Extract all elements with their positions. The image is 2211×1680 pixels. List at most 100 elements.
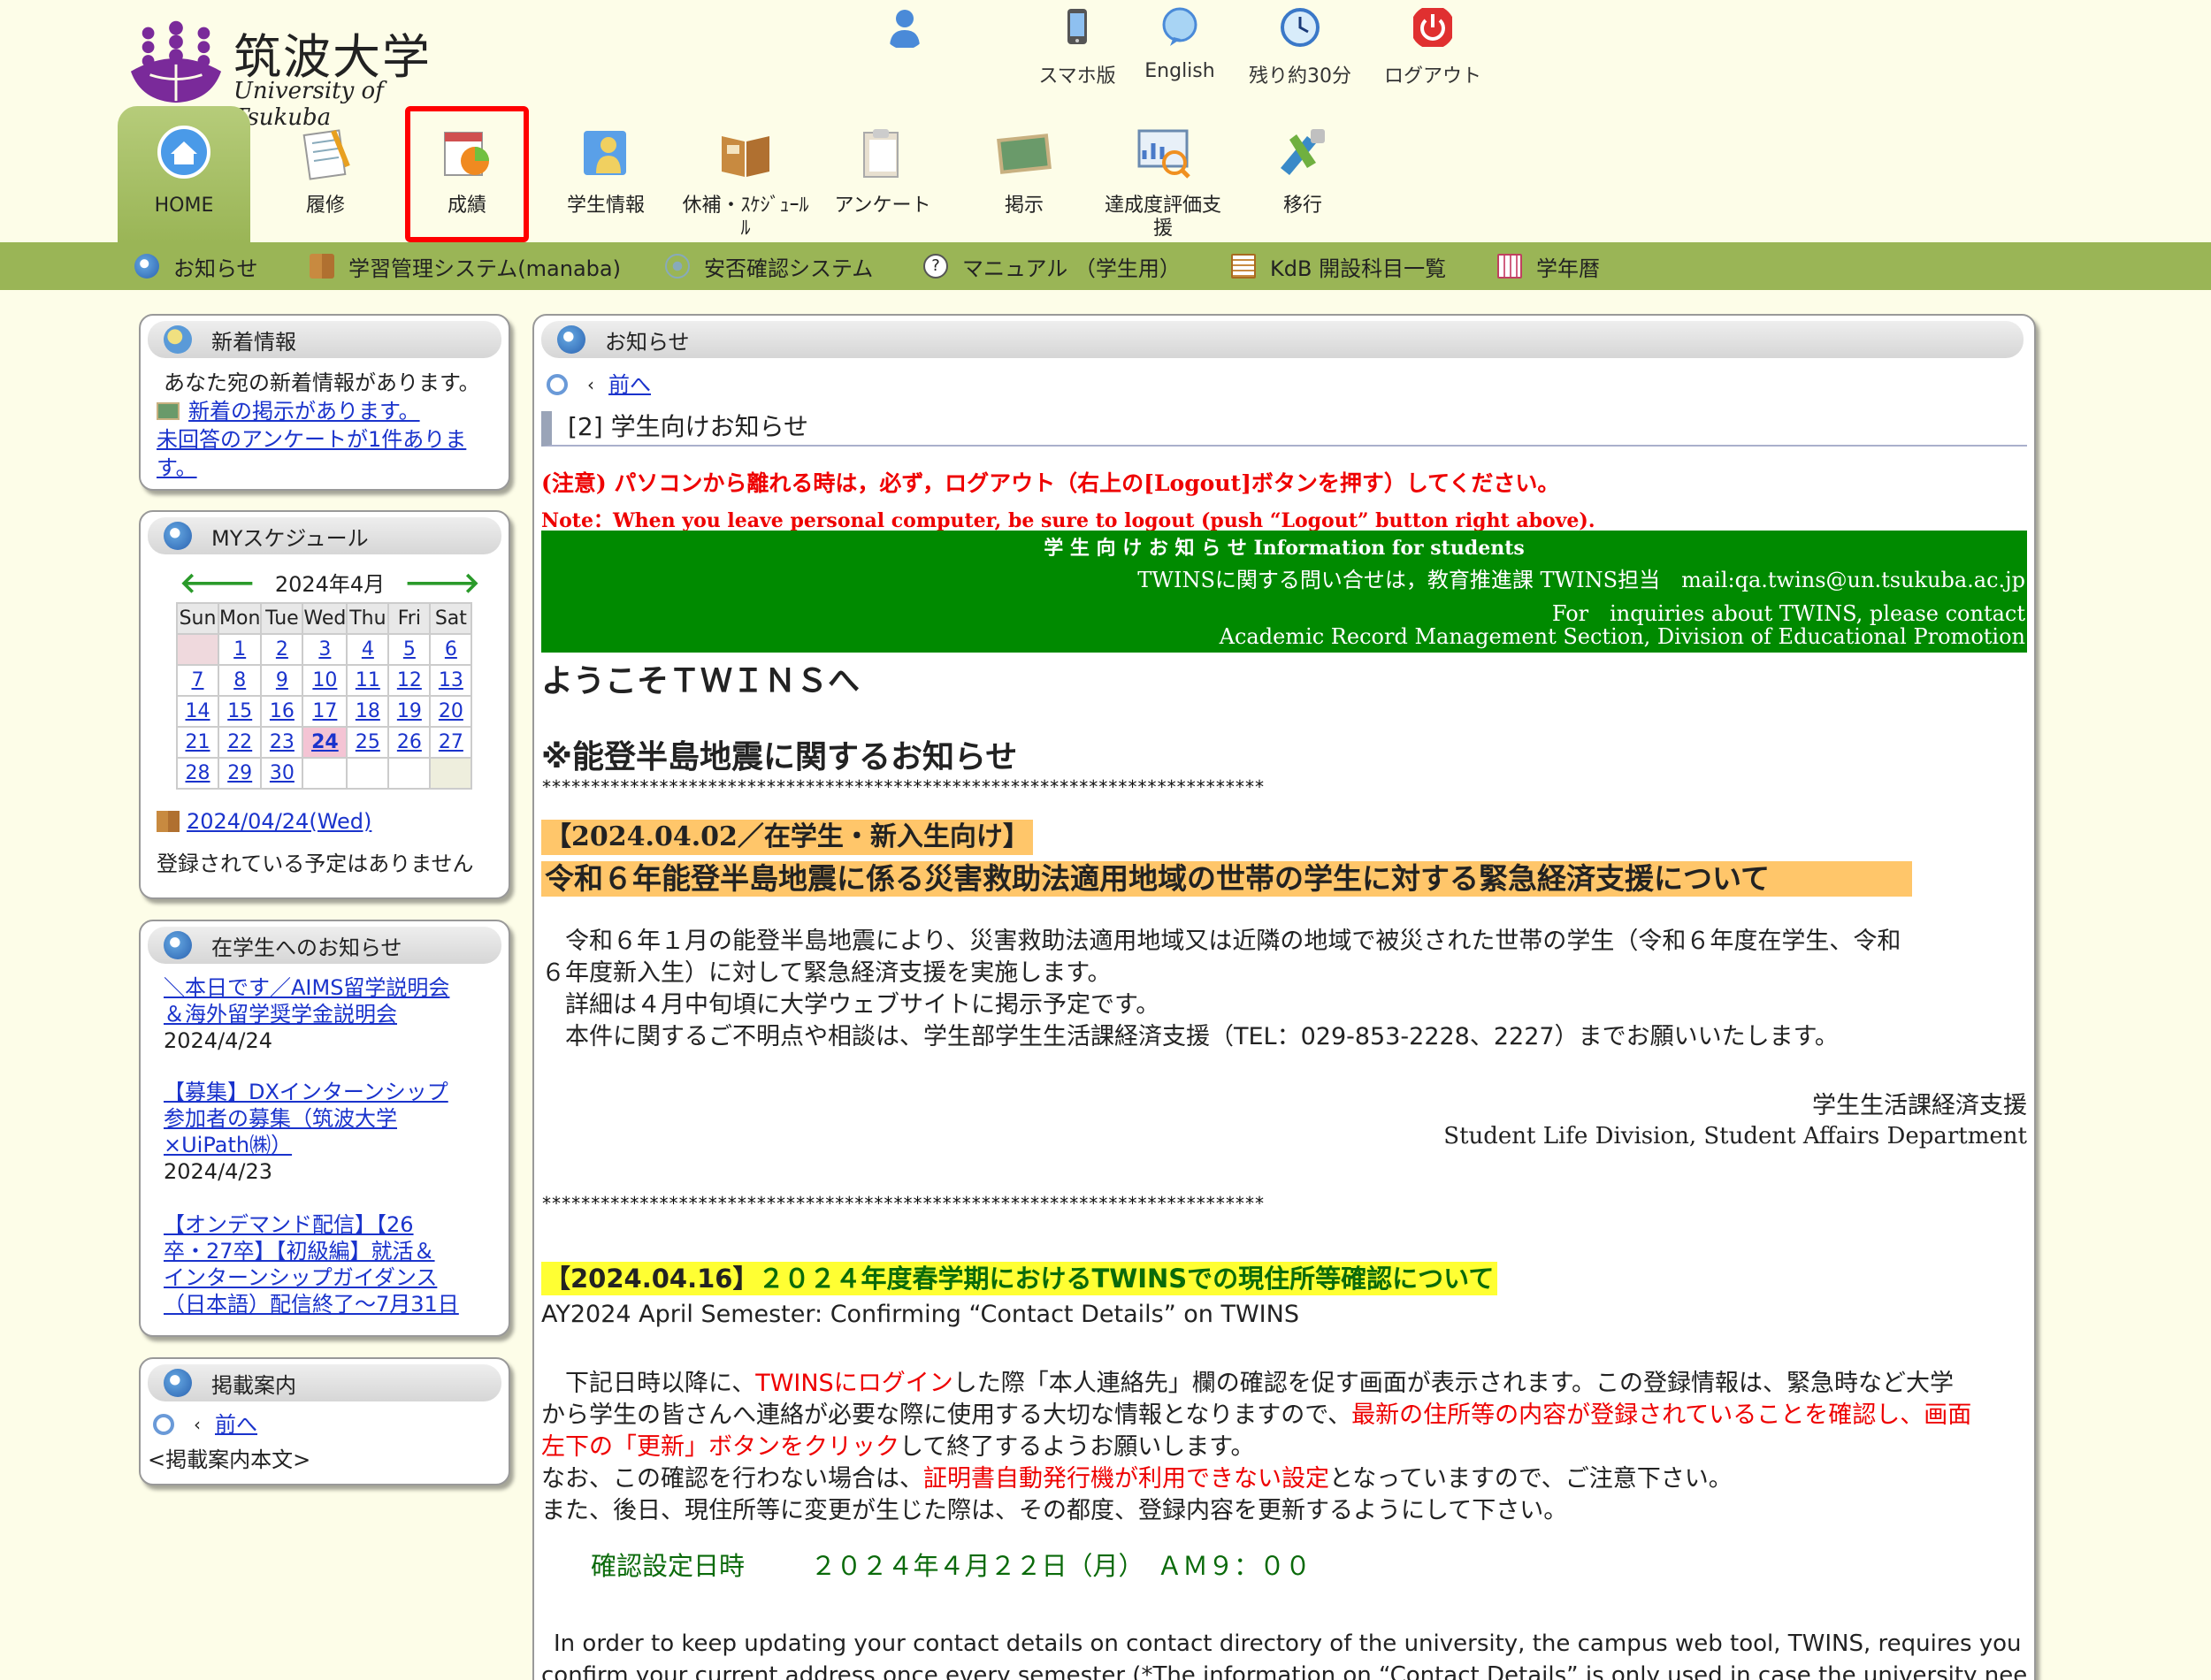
nav-bulletin[interactable]: 掲示 bbox=[958, 106, 1090, 242]
nav-migration-label: 移行 bbox=[1282, 195, 1322, 217]
nav-evaluation[interactable]: 達成度評価支 援 bbox=[1097, 106, 1229, 242]
guide-prev-link[interactable]: ‹ 前へ bbox=[153, 1410, 257, 1439]
nav-registration-label: 履修 bbox=[305, 195, 345, 217]
calendar-month: 2024年4月 bbox=[274, 572, 386, 597]
calendar-day[interactable]: 28 bbox=[176, 757, 219, 790]
nav-grades[interactable]: 成績 bbox=[405, 106, 529, 242]
sublink-safety[interactable]: 安否確認システム bbox=[665, 251, 873, 281]
info-banner: 学 生 向 け お 知 ら せ Information for students… bbox=[541, 531, 2027, 653]
notice-item[interactable]: 【募集】DXインターンシップ 参加者の募集（筑波大学 ×UiPath㈱） 202… bbox=[164, 1079, 500, 1185]
calendar-day-empty bbox=[346, 757, 390, 790]
calendar-day[interactable]: 19 bbox=[387, 695, 432, 728]
guide-prev-text[interactable]: 前へ bbox=[215, 1410, 257, 1439]
calendar-week: 14 15 16 17 18 19 20 bbox=[176, 695, 473, 728]
sublink-manual[interactable]: ? マニュアル （学生用） bbox=[923, 251, 1181, 281]
notice-item-title-line[interactable]: 参加者の募集（筑波大学 bbox=[164, 1105, 500, 1132]
calendar-day[interactable]: 15 bbox=[217, 695, 263, 728]
calendar-day[interactable]: 7 bbox=[176, 664, 219, 697]
nav-survey[interactable]: アンケート bbox=[816, 106, 949, 242]
address-check-line: から学生の皆さんへ連絡が必要な際に使用する大切な情報となりますので、最新の住所等… bbox=[541, 1401, 1972, 1429]
notice-item-title-line[interactable]: インターンシップガイダンス bbox=[164, 1264, 500, 1291]
calendar-day-today[interactable]: 24 bbox=[302, 726, 348, 759]
notice-item-title-line[interactable]: ＆海外留学奨学金説明会 bbox=[164, 1001, 500, 1027]
calendar-day[interactable]: 10 bbox=[302, 664, 348, 697]
calendar-day[interactable]: 27 bbox=[429, 726, 473, 759]
schedule-book-icon bbox=[722, 136, 769, 177]
calendar-day[interactable]: 8 bbox=[217, 664, 263, 697]
notice-item-title-line[interactable]: 【募集】DXインターンシップ bbox=[164, 1079, 500, 1105]
sublink-academic-calendar[interactable]: 学年暦 bbox=[1497, 251, 1600, 281]
notice-item-title-line[interactable]: （日本語）配信終了～7月31日 bbox=[164, 1291, 500, 1317]
notice-item-title-line[interactable]: ＼本日です／AIMS留学説明会 bbox=[164, 974, 500, 1001]
nav-registration[interactable]: 履修 bbox=[259, 106, 392, 242]
prev-month-arrow-icon[interactable]: 🡐 bbox=[180, 565, 256, 599]
power-icon bbox=[1413, 8, 1452, 47]
weekday-fri: Fri bbox=[387, 602, 432, 635]
calendar-day[interactable]: 3 bbox=[302, 633, 348, 666]
calendar-day[interactable]: 2 bbox=[260, 633, 304, 666]
nav-home[interactable]: HOME bbox=[118, 106, 250, 242]
weekday-tue: Tue bbox=[260, 602, 304, 635]
sublink-safety-label: 安否確認システム bbox=[704, 256, 874, 281]
calendar-day[interactable]: 25 bbox=[346, 726, 390, 759]
nav-schedule[interactable]: 休補・ｽｹｼﾞｭｰﾙ ﾙ bbox=[679, 106, 812, 242]
smartphone-icon bbox=[1067, 9, 1087, 44]
university-logo[interactable]: 筑波大学 University of Tsukuba bbox=[124, 11, 478, 131]
schedule-date-link-text[interactable]: 2024/04/24(Wed) bbox=[187, 807, 371, 836]
clock-icon bbox=[1281, 8, 1320, 47]
news-bulletin-link-text[interactable]: 新着の掲示があります。 bbox=[188, 397, 420, 425]
grades-chart-icon bbox=[444, 132, 489, 176]
nav-student-info[interactable]: 学生情報 bbox=[539, 106, 672, 242]
english-link[interactable]: English bbox=[1118, 5, 1242, 82]
news-survey-link-1[interactable]: 未回答のアンケートが1件ありま bbox=[157, 425, 466, 454]
main-prev-link[interactable]: ‹ 前へ bbox=[547, 370, 651, 399]
calendar-grid: Sun Mon Tue Wed Thu Fri Sat 1 2 3 4 5 6 … bbox=[176, 602, 473, 790]
calendar-day[interactable]: 12 bbox=[387, 664, 432, 697]
notice-item[interactable]: 【オンデマンド配信】【26 卒・27卒】【初級編】就活＆ インターンシップガイダ… bbox=[164, 1211, 500, 1319]
calendar-day[interactable]: 4 bbox=[346, 633, 390, 666]
address-check-line: なお、この確認を行わない場合は、証明書自動発行機が利用できない設定となっています… bbox=[541, 1465, 1733, 1493]
next-month-arrow-icon[interactable]: 🡒 bbox=[404, 565, 480, 599]
sublink-manaba[interactable]: 学習管理システム(manaba) bbox=[310, 251, 621, 281]
address-check-date: 【2024.04.16】 bbox=[545, 1264, 759, 1294]
main-prev-text[interactable]: 前へ bbox=[608, 370, 651, 399]
calendar-day[interactable]: 6 bbox=[429, 633, 473, 666]
news-bulletin-link[interactable]: 新着の掲示があります。 bbox=[157, 397, 420, 425]
nav-migration[interactable]: 移行 bbox=[1236, 106, 1369, 242]
notice-item-title-line[interactable]: 【オンデマンド配信】【26 bbox=[164, 1211, 500, 1238]
calendar-day[interactable]: 9 bbox=[260, 664, 304, 697]
calendar-day[interactable]: 17 bbox=[302, 695, 348, 728]
logout-button[interactable]: ログアウト bbox=[1371, 5, 1495, 88]
notice-item-title-line[interactable]: 卒・27卒】【初級編】就活＆ bbox=[164, 1238, 500, 1264]
notice-item-title-line[interactable]: ×UiPath㈱） bbox=[164, 1132, 500, 1158]
notice-item[interactable]: ＼本日です／AIMS留学説明会 ＆海外留学奨学金説明会 2024/4/24 bbox=[164, 974, 500, 1054]
bulletin-icon bbox=[157, 402, 180, 420]
calendar-day[interactable]: 26 bbox=[387, 726, 432, 759]
schedule-date-link[interactable]: 2024/04/24(Wed) bbox=[157, 807, 371, 836]
calendar-day[interactable]: 18 bbox=[346, 695, 390, 728]
calendar-day[interactable]: 14 bbox=[176, 695, 219, 728]
calendar-day[interactable]: 29 bbox=[217, 757, 263, 790]
calendar-day[interactable]: 20 bbox=[429, 695, 473, 728]
info-icon bbox=[164, 522, 192, 550]
calendar-day[interactable]: 21 bbox=[176, 726, 219, 759]
sublink-notices[interactable]: お知らせ bbox=[134, 251, 258, 281]
news-survey-link-2[interactable]: す。 bbox=[157, 454, 197, 482]
weekday-thu: Thu bbox=[346, 602, 390, 635]
calendar-day[interactable]: 5 bbox=[387, 633, 432, 666]
calendar-day[interactable]: 11 bbox=[346, 664, 390, 697]
calendar-nav: 🡐 2024年4月 🡒 bbox=[180, 565, 480, 599]
sublink-kdb[interactable]: KdB 開設科目一覧 bbox=[1231, 251, 1446, 281]
calendar-day[interactable]: 13 bbox=[429, 664, 473, 697]
earthquake-body-line: 本件に関するご不明点や相談は、学生部学生生活課経済支援（TEL：029-853-… bbox=[541, 1023, 1839, 1050]
calendar-day[interactable]: 22 bbox=[217, 726, 263, 759]
calendar-day[interactable]: 30 bbox=[260, 757, 304, 790]
user-profile-button[interactable] bbox=[843, 5, 967, 55]
calendar-day[interactable]: 16 bbox=[260, 695, 304, 728]
migration-tools-icon bbox=[1281, 129, 1325, 175]
separator-stars: ****************************************… bbox=[541, 776, 1265, 798]
calendar-day[interactable]: 23 bbox=[260, 726, 304, 759]
calendar-day[interactable]: 1 bbox=[217, 633, 263, 666]
speech-bubble-icon bbox=[1162, 7, 1197, 46]
confirm-datetime-value: ２０２４年４月２２日（月） ＡＭ９：００ bbox=[810, 1551, 1311, 1581]
